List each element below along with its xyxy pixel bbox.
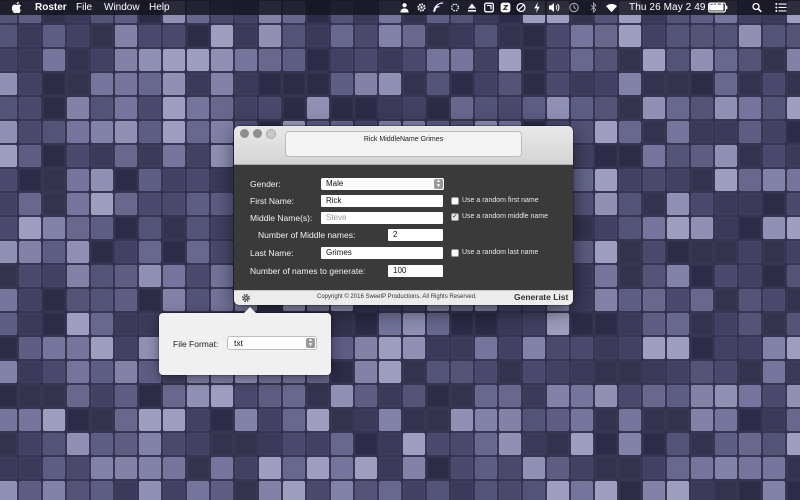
gender-select[interactable]: Male ▲ ▼ — [321, 178, 444, 190]
name-form: Gender: Male ▲▼ First Name: Use a random… — [234, 165, 573, 290]
generate-count-label: Number of names to generate: — [250, 266, 366, 276]
app-icon[interactable] — [484, 2, 494, 13]
generate-list-button[interactable]: Generate List — [514, 292, 568, 302]
menu-app-roster[interactable]: Roster — [35, 1, 67, 14]
wifi-cast-icon[interactable] — [433, 2, 444, 13]
user-icon[interactable] — [400, 2, 409, 13]
history-icon[interactable] — [516, 2, 526, 13]
first-name-input[interactable] — [321, 195, 443, 207]
random-middle-name-checkbox[interactable]: ✓ — [451, 213, 459, 221]
first-name-label: First Name: — [250, 196, 294, 206]
wifi-icon[interactable] — [605, 2, 618, 13]
menu-help[interactable]: Help — [149, 1, 170, 14]
dollar-icon[interactable] — [500, 2, 511, 13]
file-format-value: txt — [234, 338, 243, 348]
minimize-window-button[interactable] — [253, 129, 262, 138]
last-name-input[interactable] — [321, 247, 443, 259]
middle-count-label: Number of Middle names: — [258, 230, 356, 240]
file-format-popover: File Format: txt ▲ ▼ — [159, 307, 331, 375]
window-titlebar[interactable]: Rick MiddleName Grimes — [234, 126, 573, 165]
random-middle-name-label: Use a random middle name — [462, 213, 548, 220]
last-name-label: Last Name: — [250, 248, 294, 258]
roster-window: Rick MiddleName Grimes Gender: Male ▲ ▼ F… — [234, 126, 573, 305]
bluetooth-icon[interactable] — [590, 2, 597, 13]
random-last-name-checkbox[interactable] — [451, 249, 459, 257]
window-footer: Copyright © 2016 SweetP Productions. All… — [234, 290, 573, 305]
menu-bar: Roster File Window Help Thu 26 May 2 49 … — [0, 0, 800, 15]
sync-icon[interactable] — [450, 2, 460, 13]
file-format-label: File Format: — [173, 339, 219, 349]
generate-count-input[interactable] — [388, 265, 443, 277]
middle-count-input[interactable] — [388, 229, 443, 241]
time-machine-icon[interactable] — [568, 2, 580, 13]
gender-value: Male — [326, 179, 344, 188]
random-first-name-label: Use a random first name — [462, 197, 539, 204]
gear-icon[interactable] — [416, 2, 427, 13]
file-format-select[interactable]: txt ▲ ▼ — [227, 336, 317, 350]
random-last-name-label: Use a random last name — [462, 249, 539, 256]
select-stepper-icon: ▲ ▼ — [306, 338, 315, 348]
random-first-name-checkbox[interactable] — [451, 197, 459, 205]
middle-name-label: Middle Name(s): — [250, 213, 313, 223]
eject-icon[interactable] — [467, 2, 477, 13]
middle-name-input[interactable] — [321, 212, 443, 224]
menu-file[interactable]: File — [76, 1, 92, 14]
notification-center-icon[interactable] — [775, 2, 787, 13]
menu-bar-clock[interactable]: Thu 26 May 2 49 PM — [629, 1, 724, 14]
copyright-text: Copyright © 2016 SweetP Productions. All… — [317, 294, 477, 300]
zoom-window-button[interactable] — [266, 129, 276, 139]
popover-arrow — [243, 307, 257, 314]
close-window-button[interactable] — [240, 129, 249, 138]
generated-name-display: Rick MiddleName Grimes — [285, 131, 522, 157]
spotlight-icon[interactable] — [752, 2, 762, 13]
menu-window[interactable]: Window — [104, 1, 140, 14]
apple-icon[interactable] — [11, 1, 22, 14]
volume-icon[interactable] — [548, 2, 560, 13]
power-icon[interactable] — [533, 2, 541, 13]
gender-label: Gender: — [250, 179, 281, 189]
select-stepper-icon: ▲ ▼ — [434, 179, 443, 189]
settings-gear-icon[interactable] — [241, 293, 251, 303]
